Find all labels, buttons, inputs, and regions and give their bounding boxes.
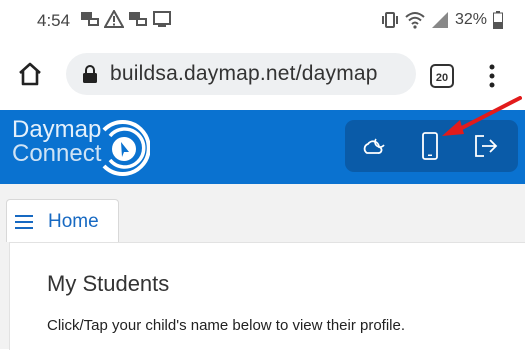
- daymap-logo[interactable]: Daymap Connect: [12, 118, 101, 166]
- cast-icon: [153, 11, 171, 27]
- vibrate-icon: [381, 12, 398, 28]
- status-notification-icons: [80, 10, 172, 28]
- browser-menu-icon[interactable]: [482, 62, 502, 90]
- cloud-moon-icon: [363, 138, 385, 154]
- notification-icon: [81, 12, 99, 26]
- warning-icon: [104, 10, 124, 28]
- logo-line-2: Connect: [12, 140, 102, 167]
- main-card: My Students Click/Tap your child's name …: [9, 242, 525, 350]
- daymap-logo-mark-icon: [102, 120, 150, 176]
- signal-icon: [431, 12, 448, 28]
- theme-toggle-button[interactable]: [349, 120, 399, 172]
- status-bar: 4:54 32%: [0, 0, 525, 44]
- wifi-icon: [405, 12, 425, 29]
- home-icon: [19, 62, 41, 86]
- tab-switcher-button[interactable]: 20: [430, 64, 454, 88]
- battery-icon: [493, 11, 503, 29]
- url-bar[interactable]: buildsa.daymap.net/daymap: [66, 53, 416, 95]
- annotation-arrow: [442, 96, 522, 136]
- lock-icon: [83, 65, 97, 83]
- status-time: 4:54: [37, 11, 71, 30]
- mobile-phone-icon: [422, 132, 438, 160]
- page-description: Click/Tap your child's name below to vie…: [47, 317, 406, 334]
- url-text: buildsa.daymap.net/daymap: [110, 62, 378, 85]
- home-tab[interactable]: Home: [6, 199, 119, 242]
- page-title: My Students: [47, 271, 170, 296]
- hamburger-menu-icon[interactable]: [15, 215, 33, 229]
- notification-icon: [129, 12, 147, 26]
- browser-home-button[interactable]: [10, 54, 50, 94]
- battery-percent: 32%: [454, 11, 487, 28]
- logo-line-1: Daymap: [12, 116, 102, 143]
- browser-toolbar: buildsa.daymap.net/daymap 20: [0, 44, 525, 102]
- home-tab-label: Home: [48, 211, 99, 232]
- status-right-group: 32%: [381, 11, 503, 29]
